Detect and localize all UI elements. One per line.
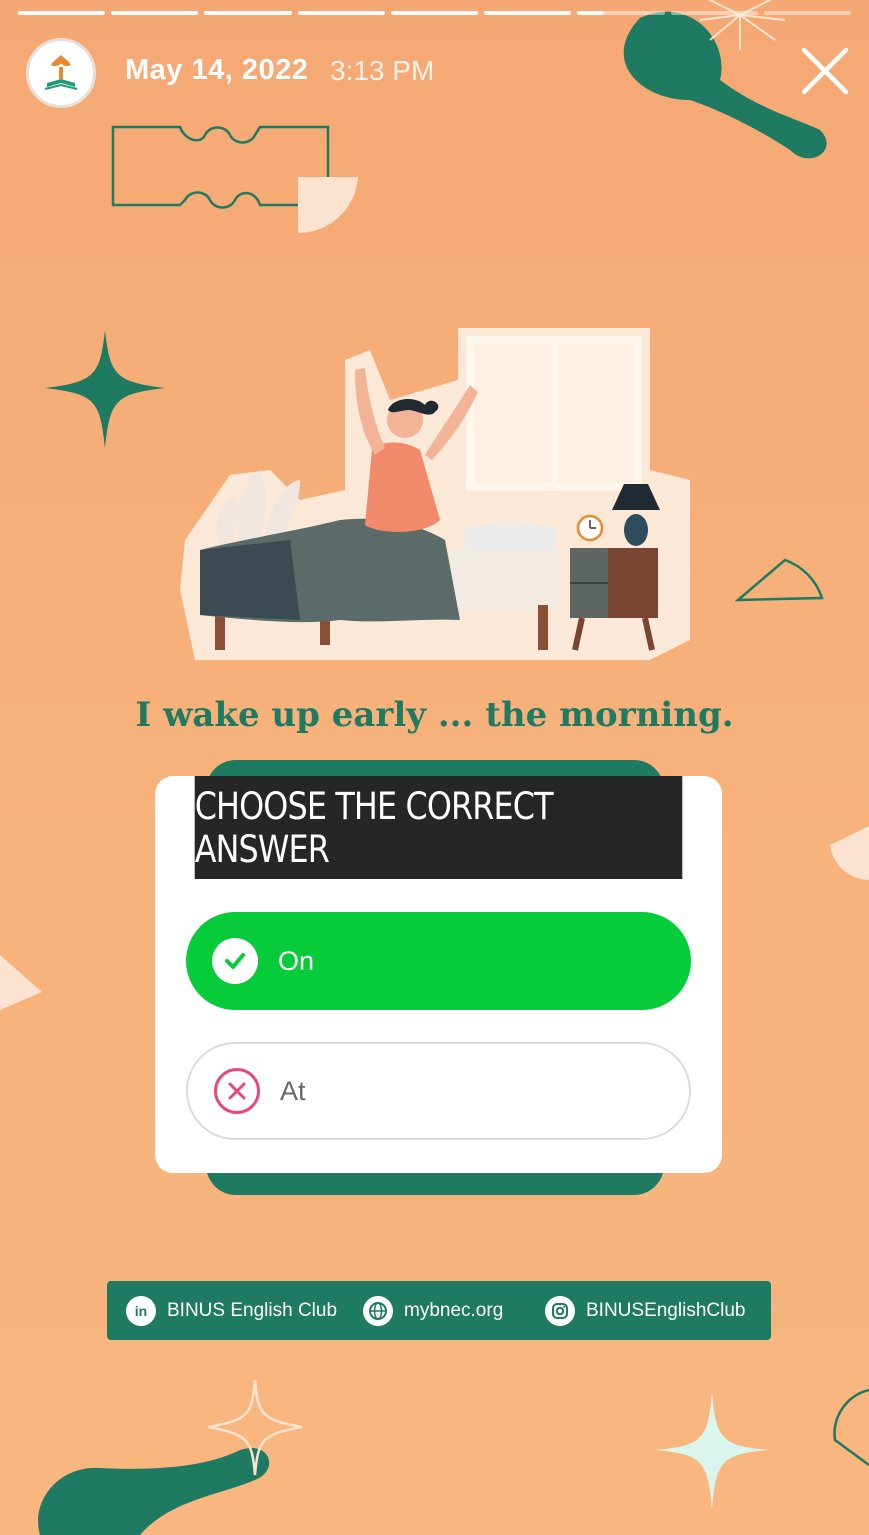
quiz-title: CHOOSE THE CORRECT ANSWER	[194, 776, 683, 879]
quiz-sticker: CHOOSE THE CORRECT ANSWER On At	[155, 776, 722, 1173]
instagram-icon	[545, 1295, 575, 1326]
website-label: mybnec.org	[404, 1299, 504, 1321]
answer-option-on[interactable]: On	[186, 912, 691, 1010]
globe-icon	[363, 1295, 393, 1326]
check-icon	[212, 938, 258, 984]
instagram-label: BINUSEnglishClub	[586, 1299, 746, 1321]
answer-option-at[interactable]: At	[186, 1042, 691, 1140]
contact-bar: in BINUS English Club mybnec.org BINUSEn…	[107, 1281, 771, 1340]
cross-icon	[214, 1068, 260, 1114]
answer-label: On	[278, 945, 315, 976]
question-text: I wake up early ... the morning.	[135, 695, 734, 735]
linkedin-icon: in	[126, 1295, 156, 1326]
answer-label: At	[280, 1075, 306, 1106]
linkedin-link[interactable]: in BINUS English Club	[126, 1281, 337, 1340]
linkedin-label: BINUS English Club	[167, 1299, 338, 1321]
instagram-link[interactable]: BINUSEnglishClub	[545, 1281, 745, 1340]
website-link[interactable]: mybnec.org	[363, 1281, 503, 1340]
